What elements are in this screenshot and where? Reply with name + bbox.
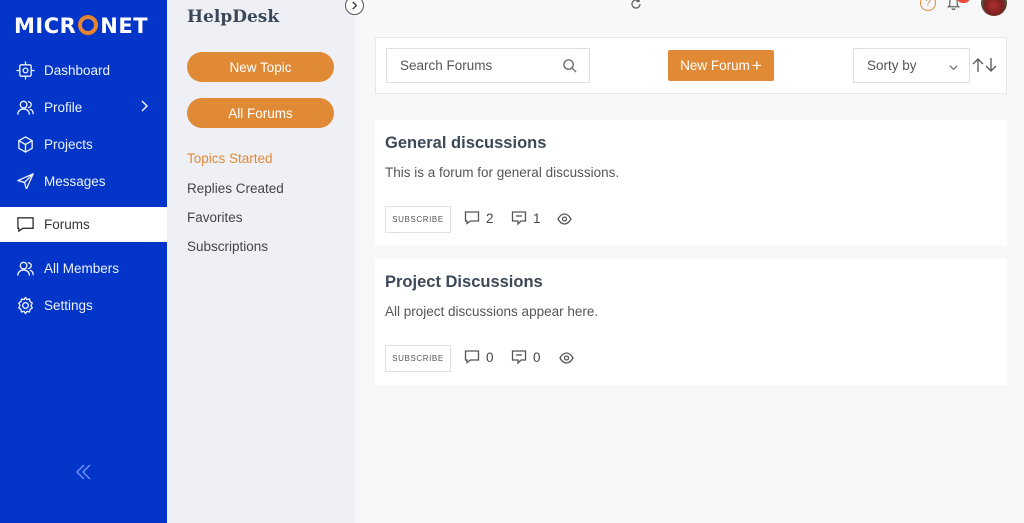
topics-count-value: 0 (486, 349, 494, 365)
plus-icon: + (751, 56, 762, 75)
sidebar-item-dashboard[interactable]: Dashboard (0, 52, 167, 89)
logo-text-right: NET (100, 14, 149, 38)
chat-icon (15, 215, 35, 235)
panel-title: HelpDesk (187, 7, 280, 27)
sidebar-item-profile[interactable]: Profile (0, 89, 167, 126)
collapse-sidebar-icon[interactable] (74, 462, 94, 482)
logo-text-left: MICR (14, 14, 77, 38)
helpdesk-panel: HelpDesk New Topic All Forums Topics Sta… (167, 0, 355, 523)
sidebar-item-label: Dashboard (44, 63, 111, 78)
topics-count-value: 2 (486, 210, 494, 226)
subscribe-button[interactable]: SUBSCRIBE (385, 206, 451, 233)
logo-o-icon (78, 15, 99, 35)
user-icon (15, 98, 35, 118)
sidebar-item-label: Messages (44, 174, 106, 189)
link-replies-created[interactable]: Replies Created (187, 181, 284, 196)
chevron-right-icon (137, 99, 151, 116)
topics-count: 0 (464, 349, 494, 365)
sort-direction-icon[interactable] (971, 57, 999, 75)
sidebar-item-label: Settings (44, 298, 93, 313)
sidebar-item-settings[interactable]: Settings (0, 287, 167, 324)
forum-title[interactable]: Project Discussions (385, 273, 543, 292)
new-forum-button[interactable]: New Forum + (668, 50, 774, 81)
comment-icon (464, 211, 480, 225)
link-subscriptions[interactable]: Subscriptions (187, 239, 268, 254)
logo[interactable]: MICR NET (14, 11, 148, 41)
chevron-down-icon (948, 61, 959, 76)
forum-toolbar: Search Forums New Forum + Sorty by (375, 37, 1007, 94)
dashboard-icon (15, 61, 35, 81)
sort-select[interactable]: Sorty by (853, 48, 970, 83)
forum-description: This is a forum for general discussions. (385, 165, 620, 180)
sidebar-item-forums[interactable]: Forums (8, 207, 167, 242)
replies-count: 1 (511, 210, 541, 226)
replies-count-value: 1 (533, 210, 541, 226)
new-topic-button[interactable]: New Topic (187, 52, 334, 82)
search-placeholder: Search Forums (400, 58, 493, 73)
sidebar-item-label: Forums (44, 217, 90, 232)
reply-icon (511, 211, 527, 226)
replies-count-value: 0 (533, 349, 541, 365)
sidebar-item-all-members[interactable]: All Members (0, 250, 167, 287)
forum-card[interactable]: General discussions This is a forum for … (375, 120, 1007, 246)
new-forum-label: New Forum (680, 58, 750, 73)
users-icon (15, 259, 35, 279)
sort-label: Sorty by (867, 58, 917, 73)
sidebar-item-projects[interactable]: Projects (0, 126, 167, 163)
topics-count: 2 (464, 210, 494, 226)
sidebar-item-label: Profile (44, 100, 83, 115)
box-icon (15, 135, 35, 155)
sidebar-item-label: All Members (44, 261, 120, 276)
forum-description: All project discussions appear here. (385, 304, 599, 319)
eye-icon[interactable] (557, 212, 572, 231)
sidebar: MICR NET Dashboard Profile Projects Messa… (0, 0, 167, 523)
subscribe-button[interactable]: SUBSCRIBE (385, 345, 451, 372)
search-icon (562, 58, 577, 76)
forum-card[interactable]: Project Discussions All project discussi… (375, 259, 1007, 385)
eye-icon[interactable] (559, 351, 574, 370)
sidebar-item-label: Projects (44, 137, 93, 152)
gear-icon (15, 296, 35, 316)
all-forums-button[interactable]: All Forums (187, 98, 334, 128)
link-topics-started[interactable]: Topics Started (187, 151, 273, 166)
replies-count: 0 (511, 349, 541, 365)
search-input[interactable]: Search Forums (386, 48, 590, 83)
refresh-icon[interactable] (630, 0, 644, 11)
reply-icon (511, 350, 527, 365)
comment-icon (464, 350, 480, 364)
link-favorites[interactable]: Favorites (187, 210, 243, 225)
forum-title[interactable]: General discussions (385, 134, 546, 153)
